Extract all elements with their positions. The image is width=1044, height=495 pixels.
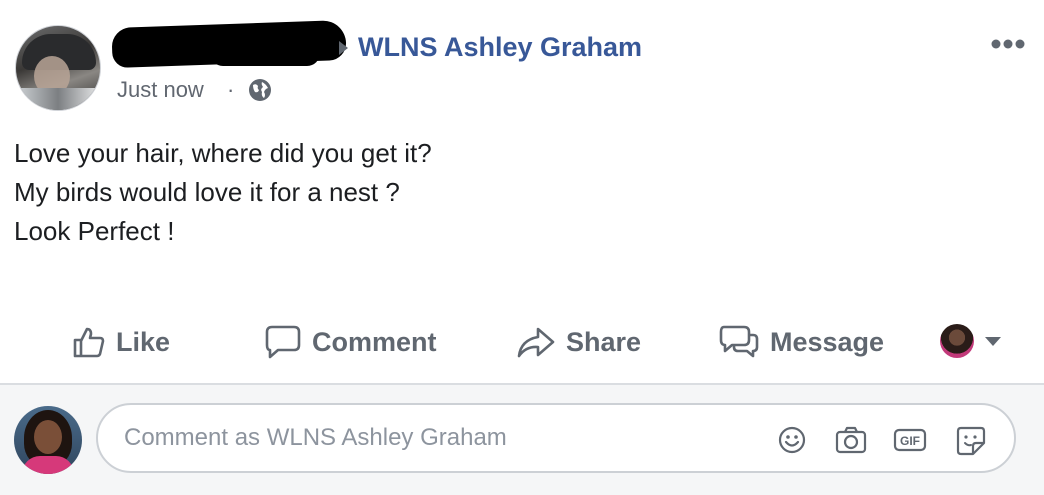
gif-icon[interactable]: GIF <box>893 425 927 455</box>
comment-box[interactable]: GIF <box>96 403 1016 473</box>
like-label: Like <box>116 326 171 357</box>
emoji-icon[interactable] <box>777 425 807 455</box>
commenter-avatar[interactable] <box>14 406 82 474</box>
to-arrow-icon <box>339 41 348 55</box>
message-label: Message <box>770 326 885 357</box>
share-arrow-icon <box>517 327 555 358</box>
post-line: My birds would love it for a nest ? <box>14 177 400 207</box>
share-label: Share <box>566 326 642 357</box>
avatar-clothing-shape <box>22 456 74 474</box>
poster-avatar[interactable] <box>15 25 101 111</box>
chat-bubbles-icon <box>719 325 759 358</box>
avatar-face-shape <box>34 420 62 454</box>
like-button[interactable]: Like <box>72 320 170 364</box>
post-timestamp[interactable]: Just now <box>117 76 204 104</box>
gif-label: GIF <box>900 434 920 448</box>
globe-icon[interactable] <box>247 77 273 103</box>
share-button[interactable]: Share <box>516 320 641 364</box>
comment-input[interactable] <box>124 424 744 452</box>
comment-label: Comment <box>312 326 437 357</box>
thumbs-up-icon <box>73 327 105 358</box>
post-line: Love your hair, where did you get it? <box>14 138 432 168</box>
sticker-icon[interactable] <box>955 425 987 457</box>
timestamp-separator: · <box>227 77 235 102</box>
post-message: Love your hair, where did you get it? My… <box>14 134 432 251</box>
post-line: Look Perfect ! <box>14 216 175 246</box>
camera-icon[interactable] <box>834 425 868 455</box>
comment-button[interactable]: Comment <box>264 320 437 364</box>
avatar-bottom-shape <box>16 88 100 110</box>
target-page-name[interactable]: WLNS Ashley Graham <box>358 30 642 64</box>
speech-bubble-icon <box>265 325 301 359</box>
chevron-down-icon[interactable] <box>985 337 1001 346</box>
redacted-name-overlap <box>210 40 320 66</box>
voice-selector-avatar[interactable] <box>940 324 974 358</box>
more-options-icon[interactable] <box>990 38 1026 50</box>
message-button[interactable]: Message <box>718 320 884 364</box>
